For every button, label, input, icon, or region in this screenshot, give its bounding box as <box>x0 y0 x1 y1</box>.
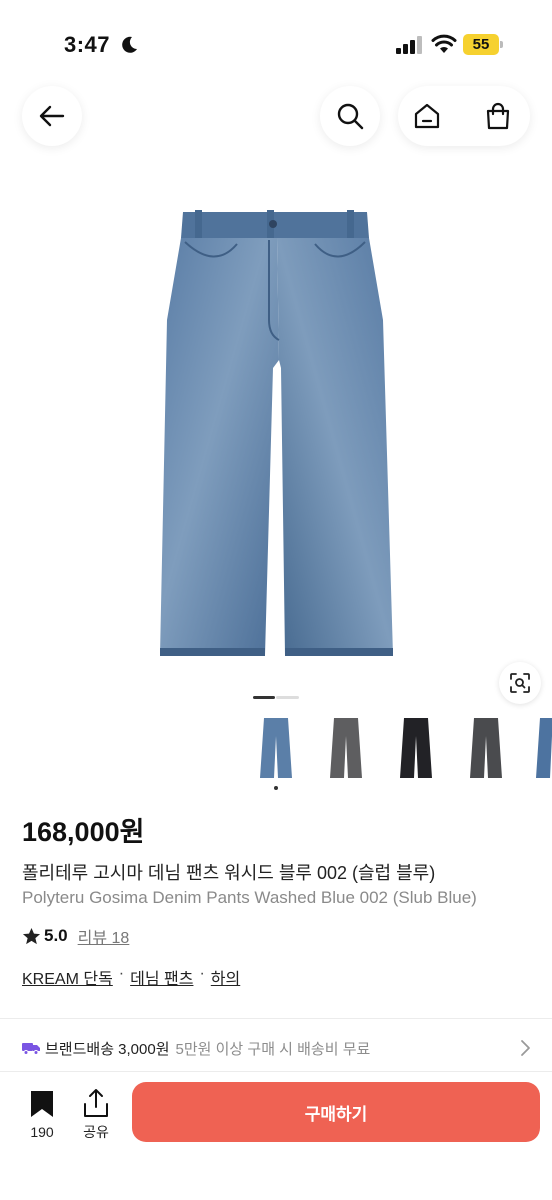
home-icon[interactable] <box>413 102 441 130</box>
signal-icon <box>396 36 422 54</box>
thumbnail-grey[interactable] <box>322 714 370 782</box>
battery-indicator: 55 <box>463 34 503 55</box>
bookmark-icon <box>31 1091 53 1117</box>
thumbnail-blue[interactable] <box>528 714 552 782</box>
review-link[interactable]: 리뷰 18 <box>78 924 130 948</box>
status-time: 3:47 <box>64 32 111 57</box>
share-icon <box>84 1089 108 1117</box>
tag-bottoms[interactable]: 하의 <box>211 965 240 989</box>
shipping-note: 5만원 이상 구매 시 배송비 무료 <box>175 1040 371 1058</box>
image-page-indicator <box>253 696 299 699</box>
search-icon <box>337 103 364 130</box>
product-image[interactable] <box>155 200 400 670</box>
buy-button[interactable]: 구매하기 <box>132 1082 540 1142</box>
battery-level: 55 <box>463 34 499 55</box>
color-thumbnails <box>252 714 552 794</box>
search-button[interactable] <box>320 86 380 146</box>
bookmark-count: 190 <box>30 1124 54 1140</box>
truck-icon <box>22 1043 40 1055</box>
arrow-left-icon <box>39 105 65 127</box>
header-actions <box>398 86 530 146</box>
product-title-en: Polyteru Gosima Denim Pants Washed Blue … <box>22 888 477 907</box>
lens-icon <box>510 673 530 693</box>
share-button[interactable]: 공유 <box>78 1088 114 1146</box>
divider <box>0 1018 552 1019</box>
chevron-right-icon <box>521 1040 530 1056</box>
rating-row: 5.0 리뷰 18 <box>22 924 129 948</box>
product-title-ko: 폴리테루 고시마 데님 팬츠 워시드 블루 002 (슬럽 블루) <box>22 863 436 883</box>
thumbnail-black[interactable] <box>392 714 440 782</box>
moon-icon <box>122 36 137 53</box>
battery-cap <box>500 41 503 48</box>
status-bar: 3:47 55 <box>0 0 552 80</box>
thumbnail-selected-dot <box>274 786 278 790</box>
product-price: 168,000원 <box>22 817 145 847</box>
tag-separator: · <box>118 965 125 982</box>
page-indicator-active <box>253 696 275 699</box>
bookmark-button[interactable]: 190 <box>24 1090 60 1146</box>
tag-separator: · <box>199 965 205 982</box>
shipping-label: 브랜드배송 3,000원 <box>45 1040 170 1058</box>
wifi-icon <box>431 34 457 53</box>
shopping-bag-icon[interactable] <box>484 102 512 130</box>
bottom-bar: 190 공유 구매하기 <box>0 1072 552 1200</box>
share-label: 공유 <box>83 1124 109 1140</box>
star-icon <box>22 927 41 944</box>
image-search-button[interactable] <box>499 662 541 704</box>
rating-value: 5.0 <box>44 926 68 945</box>
category-tags: KREAM 단독 · 데님 팬츠 · 하의 <box>22 965 240 989</box>
page-indicator-inactive <box>276 696 299 699</box>
tag-denim-pants[interactable]: 데님 팬츠 <box>130 965 193 989</box>
tag-kream-exclusive[interactable]: KREAM 단독 <box>22 965 113 989</box>
back-button[interactable] <box>22 86 82 146</box>
shipping-row[interactable]: 브랜드배송 3,000원 5만원 이상 구매 시 배송비 무료 <box>22 1036 532 1060</box>
thumbnail-charcoal[interactable] <box>462 714 510 782</box>
thumbnail-washed-blue[interactable] <box>252 714 300 782</box>
